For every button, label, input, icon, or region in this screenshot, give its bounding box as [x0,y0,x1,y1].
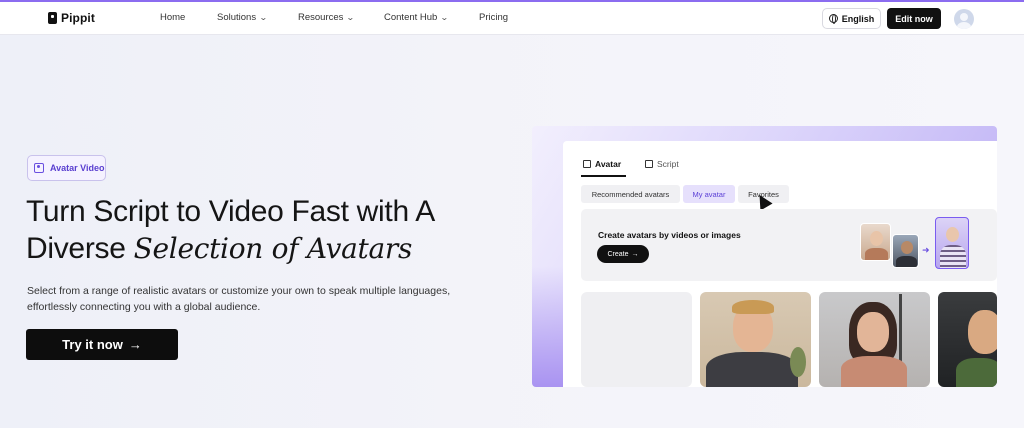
language-selector[interactable]: English [822,8,881,29]
nav-item-label: Home [160,12,186,23]
nav-item-resources[interactable]: Resources ⌄ [298,12,356,23]
nav-item-pricing[interactable]: Pricing [479,12,508,23]
chip-my-avatar[interactable]: My avatar [683,185,735,203]
hero-title-emphasis: Selection of Avatars [133,232,413,265]
brand-name: Pippit [61,11,95,25]
language-label: English [841,13,875,24]
badge-label: Avatar Video [50,163,105,173]
pippit-logo-icon [48,12,57,24]
body-graphic [865,248,888,260]
create-button-label: Create [607,250,629,258]
arrow-right-icon: → [631,250,639,258]
sample-video-thumbnail [892,234,919,268]
generated-avatar-thumbnail [935,217,969,269]
body-graphic [706,352,798,387]
avatar-tile[interactable] [819,292,930,387]
body-graphic [940,245,966,268]
face-graphic [946,227,959,242]
tab-script[interactable]: Script [645,159,679,169]
chevron-down-icon: ⌄ [346,13,356,22]
chip-recommended-avatars[interactable]: Recommended avatars [581,185,680,203]
hair-graphic [732,300,774,314]
chevron-down-icon: ⌄ [259,13,268,22]
globe-icon [828,14,838,24]
avatar-tile[interactable] [938,292,997,387]
arrow-right-icon: ➜ [922,245,930,255]
create-avatar-card: Create avatars by videos or images Creat… [581,209,997,281]
chevron-down-icon: ⌄ [440,13,450,22]
face-graphic [901,241,913,254]
try-it-now-label: Try it now [62,337,123,352]
product-preview: Avatar Script Recommended avatars My ava… [532,126,997,387]
create-button[interactable]: Create → [597,245,649,263]
arrow-right-icon: → [128,337,142,352]
nav-item-content-hub[interactable]: Content Hub ⌄ [384,12,450,23]
user-avatar[interactable] [954,9,974,29]
plant-graphic [790,347,806,377]
nav-item-solutions[interactable]: Solutions ⌄ [217,12,268,23]
hero-title: Turn Script to Video Fast with A Diverse… [26,193,506,267]
edit-now-button[interactable]: Edit now [887,8,941,29]
try-it-now-button[interactable]: Try it now → [26,329,178,360]
nav-item-label: Resources [298,12,344,23]
brand-logo[interactable]: Pippit [48,11,95,25]
nav-item-home[interactable]: Home [160,12,185,23]
tab-label: Script [657,159,679,169]
nav-item-label: Content Hub [384,12,438,23]
create-card-title: Create avatars by videos or images [598,230,741,240]
nav-item-label: Solutions [217,12,257,23]
face-graphic [870,231,883,246]
tab-avatar[interactable]: Avatar [583,159,621,169]
empty-avatar-tile[interactable] [581,292,692,387]
face-graphic [968,310,997,354]
body-graphic [956,358,997,387]
face-graphic [857,312,889,352]
body-graphic [896,256,917,267]
script-tab-icon [645,160,653,168]
sample-photo-thumbnail [860,223,891,261]
body-graphic [841,356,907,387]
tab-label: Avatar [595,159,622,169]
top-navigation: Pippit Home Solutions ⌄ Resources ⌄ Cont… [0,2,1024,35]
avatar-video-icon [34,163,44,173]
avatar-tab-icon [583,160,591,168]
hero-description: Select from a range of realistic avatars… [27,285,451,313]
active-tab-indicator [581,175,626,177]
nav-item-label: Pricing [479,12,509,23]
avatar-video-badge: Avatar Video [27,155,106,181]
avatar-tile[interactable] [700,292,811,387]
avatar-panel: Avatar Script Recommended avatars My ava… [563,141,997,387]
